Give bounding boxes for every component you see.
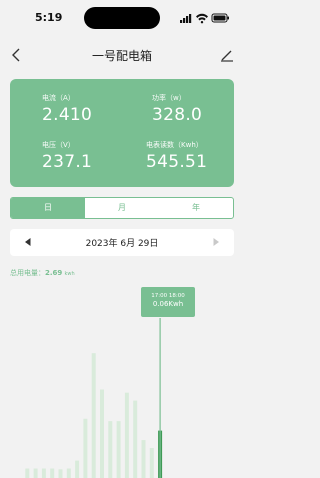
metrics-card: 电流（A） 2.410 功率（w） 328.0 电压（V） 237.1 电表读数… bbox=[10, 79, 234, 187]
page-title: 一号配电箱 bbox=[91, 49, 152, 63]
chart-bar-11[interactable] bbox=[108, 421, 113, 478]
metric-current: 电流（A） 2.410 bbox=[42, 93, 92, 125]
date-navigator: 2023年 6月 29日 bbox=[10, 229, 234, 256]
chart-bar-15[interactable] bbox=[141, 440, 146, 478]
tooltip-value: 0.06Kwh bbox=[152, 300, 184, 308]
chart-tooltip: 17:00 18:00 0.06Kwh bbox=[141, 287, 195, 317]
tab-day[interactable]: 日 bbox=[11, 198, 85, 218]
next-date-icon[interactable] bbox=[210, 236, 222, 248]
chart-bar-02[interactable] bbox=[33, 468, 38, 478]
metric-current-value: 2.410 bbox=[42, 105, 93, 125]
status-bar: 5:19 bbox=[0, 0, 244, 36]
chart-bar-10[interactable] bbox=[100, 389, 104, 478]
chart-bar-06[interactable] bbox=[66, 468, 71, 478]
chart-bar-14[interactable] bbox=[133, 400, 138, 478]
metric-voltage-label: 电压（V） bbox=[42, 141, 75, 149]
chart-bar-03[interactable] bbox=[41, 468, 46, 478]
chart-bar-05[interactable] bbox=[58, 469, 63, 478]
system-status-icons bbox=[180, 13, 229, 24]
total-usage-unit: kwh bbox=[64, 271, 75, 277]
metric-meter-value: 545.51 bbox=[146, 152, 208, 172]
chart-bar-07[interactable] bbox=[75, 460, 80, 478]
usage-bar-chart[interactable] bbox=[0, 282, 244, 478]
status-time: 5:19 bbox=[35, 11, 63, 24]
total-usage: 总用电量：2.69 kwh bbox=[10, 268, 75, 278]
chart-bar-08[interactable] bbox=[83, 418, 88, 478]
current-date: 2023年 6月 29日 bbox=[85, 239, 159, 249]
wifi-icon bbox=[196, 13, 208, 24]
chart-bar-13[interactable] bbox=[124, 392, 129, 478]
metric-voltage: 电压（V） 237.1 bbox=[42, 140, 92, 172]
metric-meter: 电表读数（Kwh） 545.51 bbox=[146, 140, 207, 172]
total-usage-label: 总用电量： bbox=[10, 269, 45, 277]
tab-month[interactable]: 月 bbox=[85, 198, 159, 218]
dynamic-island bbox=[84, 7, 160, 29]
tooltip-time: 17:00 18:00 bbox=[151, 293, 185, 299]
total-usage-value: 2.69 bbox=[45, 269, 63, 277]
edit-pencil-icon[interactable] bbox=[216, 44, 238, 66]
signal-icon bbox=[180, 14, 192, 23]
period-tabs: 日 月 年 bbox=[10, 197, 234, 219]
metric-voltage-value: 237.1 bbox=[42, 152, 93, 172]
chart-bar-16[interactable] bbox=[149, 447, 154, 478]
chart-bar-04[interactable] bbox=[50, 468, 55, 478]
metric-current-label: 电流（A） bbox=[42, 94, 75, 102]
metric-power: 功率（w） 328.0 bbox=[152, 93, 202, 125]
metric-power-label: 功率（w） bbox=[152, 94, 186, 102]
battery-icon bbox=[211, 13, 229, 23]
chart-bar-12[interactable] bbox=[116, 421, 121, 478]
chart-bar-09[interactable] bbox=[91, 353, 96, 478]
chart-bar-01[interactable] bbox=[25, 468, 30, 478]
metric-meter-label: 电表读数（Kwh） bbox=[146, 141, 203, 149]
metric-power-value: 328.0 bbox=[152, 105, 203, 125]
nav-bar: 一号配电箱 bbox=[0, 38, 244, 72]
tab-year[interactable]: 年 bbox=[159, 198, 233, 218]
